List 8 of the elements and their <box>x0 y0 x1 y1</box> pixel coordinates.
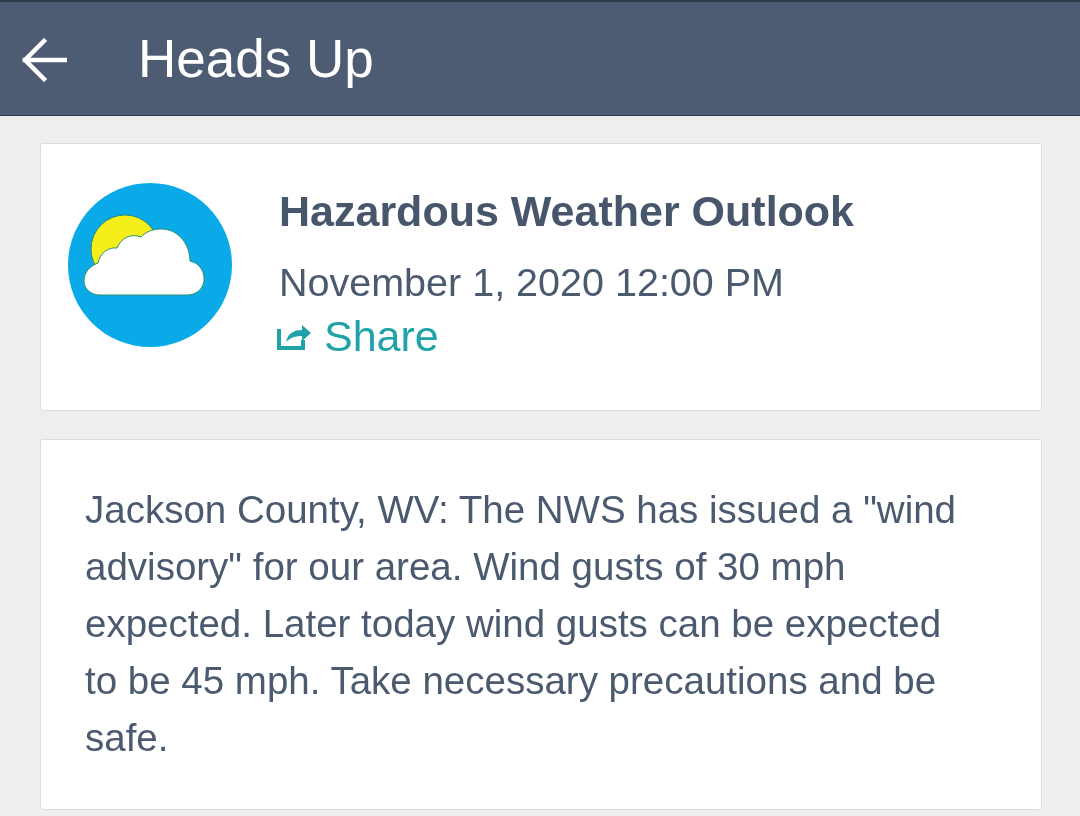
alert-title: Hazardous Weather Outlook <box>279 186 855 236</box>
alert-date: November 1, 2020 12:00 PM <box>279 259 784 305</box>
sun-and-cloud-icon <box>68 183 232 347</box>
screen-title: Heads Up <box>138 27 374 90</box>
share-link[interactable]: Share <box>276 311 439 361</box>
back-button[interactable] <box>20 36 68 83</box>
back-arrow-icon <box>21 37 67 82</box>
message-text: Jackson County, WV: The NWS has issued a "wind advisory" for our area. Wind gusts of 30 mph expected. Later today wind gusts can be expected to be 45 mph. Take necessary precautions and be safe. <box>85 487 957 761</box>
